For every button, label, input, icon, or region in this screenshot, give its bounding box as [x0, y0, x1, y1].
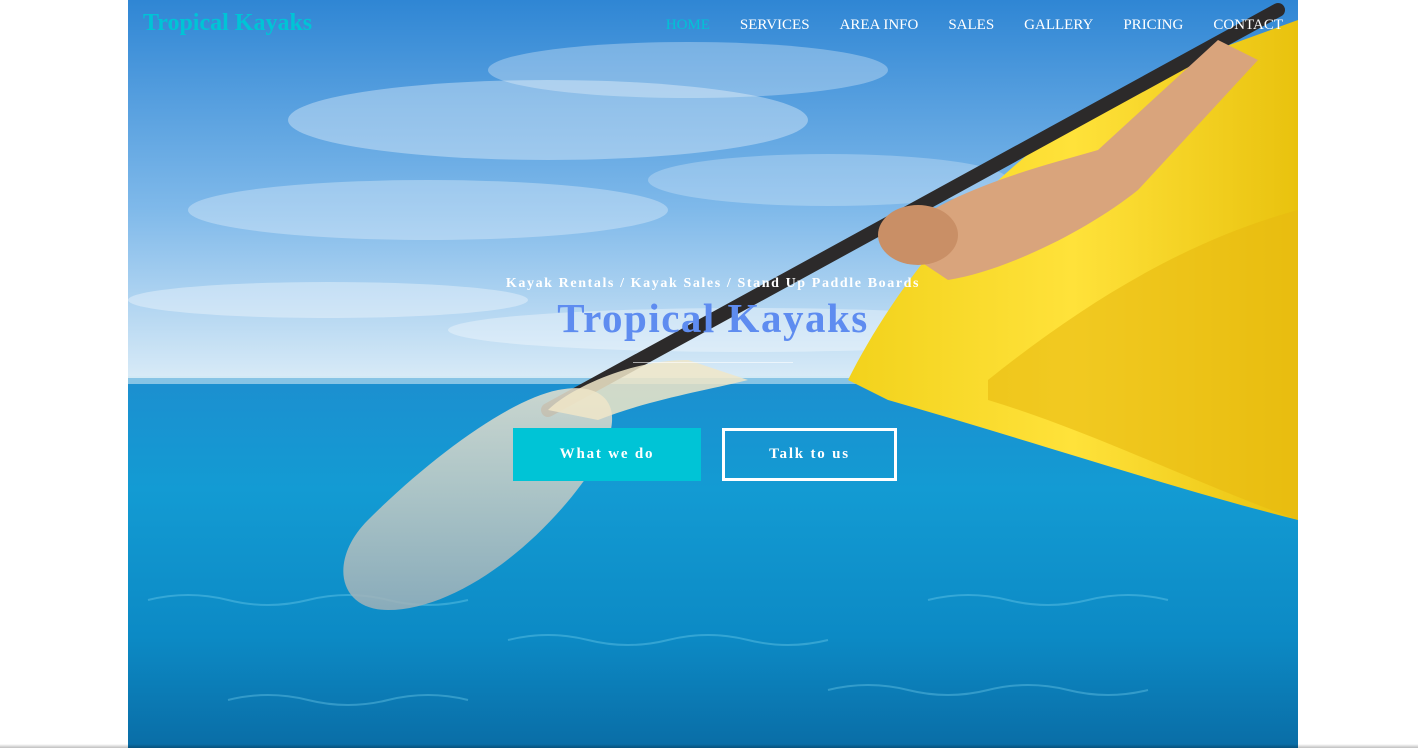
talk-to-us-button[interactable]: Talk to us [722, 428, 897, 481]
hero-button-row: What we do Talk to us [513, 428, 897, 481]
hero-tagline: Kayak Rentals / Kayak Sales / Stand Up P… [505, 276, 921, 291]
site-logo[interactable]: Tropical Kayaks [143, 10, 312, 37]
main-nav: HOME SERVICES AREA INFO SALES GALLERY PR… [666, 17, 1283, 34]
nav-item-home[interactable]: HOME [666, 17, 710, 34]
nav-item-area-info[interactable]: AREA INFO [840, 17, 919, 34]
page-bottom-shadow [0, 744, 1418, 748]
nav-item-services[interactable]: SERVICES [740, 17, 810, 34]
nav-item-contact[interactable]: CONTACT [1213, 17, 1283, 34]
hero-divider [633, 362, 793, 363]
site-header: Tropical Kayaks HOME SERVICES AREA INFO … [128, 0, 1298, 52]
hero-content: Kayak Rentals / Kayak Sales / Stand Up P… [128, 276, 1298, 363]
nav-item-sales[interactable]: SALES [948, 17, 994, 34]
what-we-do-button[interactable]: What we do [513, 428, 701, 481]
page: Tropical Kayaks HOME SERVICES AREA INFO … [0, 0, 1418, 748]
hero-section: Tropical Kayaks HOME SERVICES AREA INFO … [128, 0, 1298, 748]
hero-background-image [128, 0, 1298, 748]
nav-item-pricing[interactable]: PRICING [1123, 17, 1183, 34]
nav-item-gallery[interactable]: GALLERY [1024, 17, 1093, 34]
hero-title: Tropical Kayaks [557, 295, 869, 341]
